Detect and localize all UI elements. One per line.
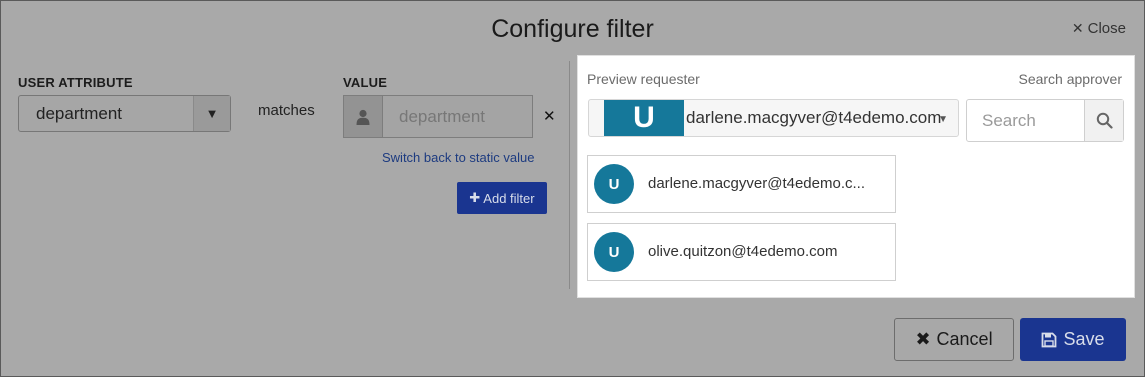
save-button[interactable]: Save — [1020, 318, 1126, 361]
preview-requester-label: Preview requester — [587, 71, 700, 87]
search-button[interactable] — [1084, 100, 1123, 141]
requester-email: darlene.macgyver@t4edemo.com — [686, 108, 942, 127]
requester-avatar: U — [604, 100, 684, 136]
add-filter-label: Add filter — [483, 190, 535, 206]
user-attribute-value: department — [36, 103, 122, 123]
save-icon — [1042, 332, 1057, 347]
operator-label: matches — [258, 102, 315, 119]
user-email: darlene.macgyver@t4edemo.c... — [648, 175, 865, 192]
search-input[interactable] — [967, 100, 1084, 141]
approver-search — [966, 99, 1124, 142]
search-approver-label: Search approver — [1018, 71, 1122, 87]
value-heading: VALUE — [343, 75, 388, 90]
user-attribute-heading: USER ATTRIBUTE — [18, 75, 133, 90]
chevron-down-icon[interactable]: ▼ — [193, 96, 230, 131]
preview-panel: Preview requester Search approver U darl… — [577, 55, 1135, 298]
cancel-label: Cancel — [936, 329, 993, 349]
switch-to-static-link[interactable]: Switch back to static value — [382, 150, 534, 165]
user-result-card[interactable]: U olive.quitzon@t4edemo.com — [587, 223, 896, 281]
value-input[interactable]: department — [343, 95, 533, 138]
close-icon: ✖ — [915, 329, 931, 349]
close-icon: ✕ — [1071, 20, 1084, 36]
save-label: Save — [1063, 329, 1105, 349]
dialog-title: Configure filter — [491, 15, 654, 43]
user-attribute-select[interactable]: department ▼ — [18, 95, 231, 132]
value-placeholder: department — [399, 107, 485, 126]
user-icon — [344, 96, 383, 137]
cancel-button[interactable]: ✖ Cancel — [894, 318, 1014, 361]
chevron-down-icon: ▼ — [938, 114, 948, 125]
configure-filter-dialog: Configure filter ✕ Close USER ATTRIBUTE … — [0, 0, 1145, 377]
panel-divider — [569, 61, 570, 289]
remove-value-icon[interactable]: ✕ — [543, 107, 556, 125]
plus-icon: ✚ — [469, 190, 481, 205]
user-result-card[interactable]: U darlene.macgyver@t4edemo.c... — [587, 155, 896, 213]
user-email: olive.quitzon@t4edemo.com — [648, 243, 838, 260]
requester-select[interactable]: U darlene.macgyver@t4edemo.com ▼ — [588, 99, 959, 137]
avatar: U — [594, 164, 634, 204]
add-filter-button[interactable]: ✚ Add filter — [457, 182, 547, 214]
search-icon — [1096, 112, 1113, 129]
avatar: U — [594, 232, 634, 272]
close-label: Close — [1087, 20, 1126, 37]
close-button[interactable]: ✕ Close — [1072, 20, 1126, 37]
